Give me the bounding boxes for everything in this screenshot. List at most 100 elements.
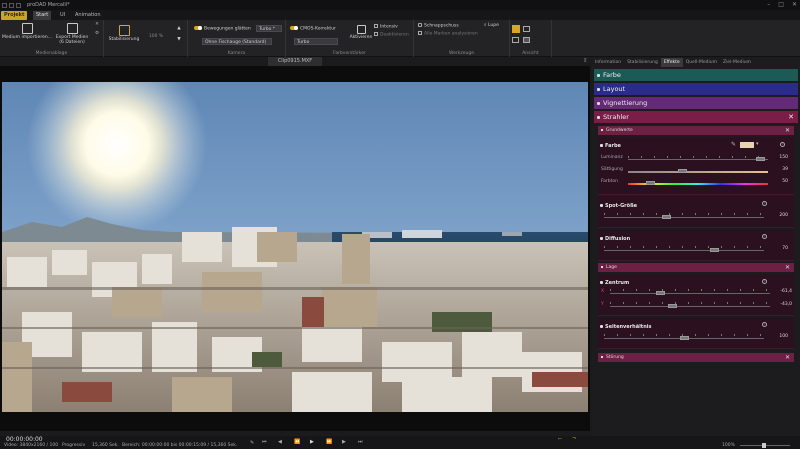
intensiv-option[interactable]: Intensiv [374, 24, 410, 30]
eyedropper-icon[interactable]: ✎ [731, 141, 736, 148]
tab-effekte[interactable]: Effekte [660, 58, 683, 67]
zentrum-y-slider[interactable] [610, 304, 770, 308]
section-strahler[interactable]: Strahler ✕ [594, 111, 798, 123]
fisheye-dropdown[interactable]: Ohne Fischauge (Standard) [202, 38, 272, 45]
group-lage[interactable]: Lage ✕ [598, 263, 794, 272]
slider-knob[interactable] [668, 304, 677, 308]
swatch-dropdown-icon[interactable]: ▾ [756, 141, 759, 147]
slider-knob[interactable] [662, 215, 671, 219]
zentrum-y-label: Y [601, 302, 604, 307]
deactivate-option[interactable]: Deaktivieren [374, 32, 412, 38]
slider-knob[interactable] [710, 248, 719, 252]
turbo-dropdown-2[interactable]: Turbo [294, 38, 338, 45]
info-icon[interactable]: i [762, 201, 767, 206]
magnifier-button[interactable]: ⌕ Lupe [484, 23, 508, 28]
remove-icon[interactable]: ✕ [785, 353, 790, 362]
step-back-icon[interactable]: ◀ [278, 439, 282, 445]
section-layout[interactable]: Layout [594, 83, 798, 95]
snapshot-button[interactable]: Schnappschuss [418, 23, 478, 29]
trim-icon[interactable]: ✎ [250, 440, 254, 446]
info-icon[interactable]: i [762, 234, 767, 239]
file-import-icon [21, 23, 33, 34]
close-icon[interactable]: ✕ [792, 1, 797, 8]
tab-ziel-medium[interactable]: Ziel-Medium [720, 58, 754, 67]
view-layout-2-icon[interactable] [523, 26, 530, 32]
view-layout-3-icon[interactable] [512, 37, 519, 43]
info-icon[interactable]: i [780, 142, 785, 147]
tab-animation[interactable]: Animation [72, 11, 104, 20]
mark-in-icon[interactable]: ⌐ [558, 436, 562, 442]
zoom-slider[interactable] [740, 443, 790, 448]
play-icon[interactable]: ▶ [310, 439, 314, 445]
spot-groesse-slider[interactable] [604, 215, 764, 219]
remove-icon[interactable]: ✕ [785, 126, 790, 135]
group-medienablage: Medium importieren... Export Medien (6 D… [0, 20, 104, 57]
farbton-slider[interactable] [628, 181, 768, 185]
analyze-marks-option[interactable]: Alle Marken analysieren [418, 31, 482, 37]
quick-access-icons[interactable] [2, 2, 21, 8]
forward-icon[interactable]: ⏩ [326, 439, 332, 445]
color-swatch[interactable] [740, 142, 754, 148]
tab-information[interactable]: Information [592, 58, 624, 67]
luminanz-slider[interactable] [628, 157, 768, 161]
smooth-motion-toggle[interactable]: Bewegungen glätten [194, 26, 256, 32]
saettigung-value[interactable]: 39 [776, 167, 788, 172]
skip-forward-icon[interactable]: ⏭ [358, 439, 363, 445]
farbe-panel: Farbe ✎ ▾ i Luminanz 150 Sättigung 39 Fa… [598, 137, 794, 195]
tab-projekt[interactable]: Projekt [1, 11, 28, 20]
diffusion-slider[interactable] [604, 248, 764, 252]
tab-stabilisierung[interactable]: Stabilisierung [624, 58, 661, 67]
activate-label: Aktivieren [349, 35, 373, 40]
mark-out-icon[interactable]: ¬ [572, 436, 576, 442]
export-media-button[interactable]: Export Medien (6 Dateien) [54, 23, 90, 45]
back-icon[interactable]: ⏪ [294, 439, 300, 445]
info-icon[interactable]: i [762, 279, 767, 284]
slider-knob[interactable] [646, 181, 655, 185]
skip-back-icon[interactable]: ⏮ [262, 439, 267, 445]
section-vignettierung[interactable]: Vignettierung [594, 97, 798, 109]
view-layout-1-icon[interactable] [512, 25, 520, 33]
slider-knob[interactable] [656, 291, 665, 295]
turbo-dropdown-1[interactable]: Turbo * [256, 25, 282, 32]
import-media-button[interactable]: Medium importieren... [2, 23, 52, 40]
seitenverhaeltnis-slider[interactable] [604, 336, 764, 340]
maximize-icon[interactable]: □ [778, 1, 784, 8]
saettigung-slider[interactable] [628, 169, 768, 173]
zentrum-y-value[interactable]: -43,0 [776, 302, 792, 307]
stepper-up-icon[interactable]: ▲ [174, 26, 184, 31]
remove-effect-icon[interactable]: ✕ [788, 111, 794, 123]
tab-ui[interactable]: UI [57, 11, 68, 20]
group-label-medienablage: Medienablage [35, 51, 68, 56]
diffusion-value[interactable]: 70 [776, 246, 788, 251]
farbton-value[interactable]: 50 [776, 179, 788, 184]
luminanz-value[interactable]: 150 [776, 155, 788, 160]
cmos-toggle[interactable]: CMOS-Korrektur [290, 26, 348, 32]
spot-groesse-value[interactable]: 200 [776, 213, 788, 218]
activate-button[interactable]: Aktivieren [348, 25, 374, 40]
info-icon[interactable]: i [762, 322, 767, 327]
video-frame[interactable] [2, 82, 588, 412]
remove-icon[interactable]: ✕ [785, 263, 790, 272]
tab-quell-medium[interactable]: Quell-Medium [683, 58, 720, 67]
zentrum-x-slider[interactable] [610, 291, 770, 295]
group-grundwerte[interactable]: Grundwerte ✕ [598, 126, 794, 135]
group-stoerung[interactable]: Störung ✕ [598, 353, 794, 362]
zoom-value[interactable]: 100 % [144, 34, 168, 39]
section-farbe[interactable]: Farbe [594, 69, 798, 81]
remove-icon[interactable]: ✕ [92, 22, 102, 27]
slider-knob[interactable] [756, 157, 765, 161]
slider-knob[interactable] [680, 336, 689, 340]
tab-start[interactable]: Start [33, 11, 52, 20]
slider-knob[interactable] [678, 169, 687, 173]
stepper-down-icon[interactable]: ▼ [174, 37, 184, 42]
settings-icon[interactable]: ⚙ [92, 31, 102, 36]
minimize-icon[interactable]: – [767, 1, 770, 8]
stabilization-button[interactable]: Stabilisierung [106, 25, 142, 42]
zoom-slider-knob[interactable] [762, 443, 766, 448]
zentrum-x-value[interactable]: -61,4 [776, 289, 792, 294]
video-viewer[interactable] [0, 66, 590, 431]
pin-icon[interactable]: ⊼ [583, 57, 587, 66]
seitenverhaeltnis-value[interactable]: 100 [776, 334, 788, 339]
view-layout-4-icon[interactable] [523, 37, 530, 43]
step-forward-icon[interactable]: ▶ [342, 439, 346, 445]
